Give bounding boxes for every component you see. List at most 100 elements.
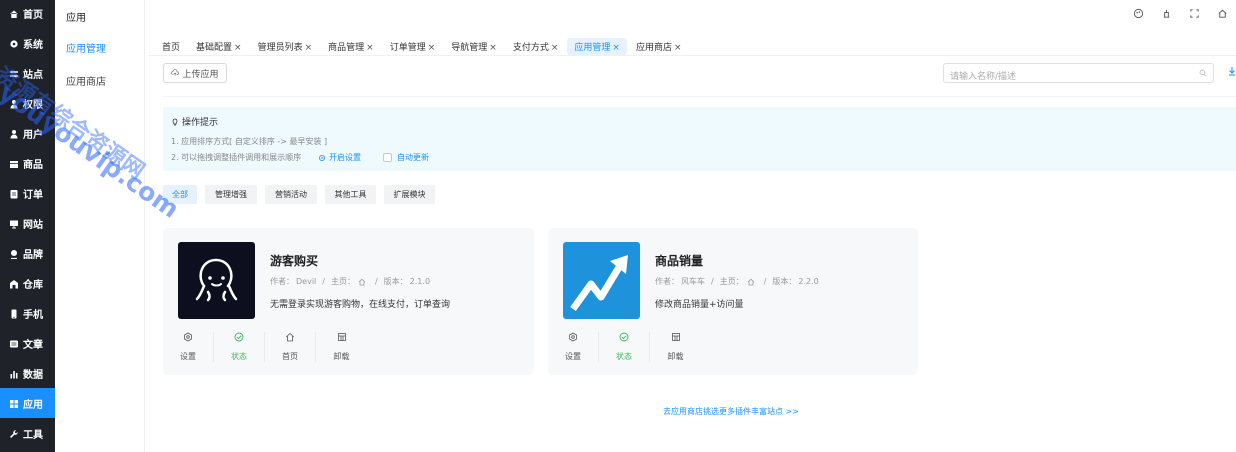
filter-other-tools[interactable]: 其他工具 [325, 185, 376, 204]
nav-item[interactable]: 订单 [0, 178, 55, 208]
close-icon[interactable]: × [489, 43, 497, 53]
nav-item[interactable]: 仓库 [0, 268, 55, 298]
tab-label: 商品管理 [328, 42, 365, 53]
close-icon[interactable]: × [674, 43, 682, 53]
tab-label: 基础配置 [196, 42, 233, 53]
user-icon [9, 129, 19, 138]
close-icon[interactable]: × [612, 43, 620, 53]
nav-item[interactable]: 文章 [0, 328, 55, 358]
close-icon[interactable]: × [428, 43, 436, 53]
app-card-product-sales: 商品销量 作者： 风车车 / 主页： / 版本： 2.2.0 修改商品销量+访问… [548, 228, 918, 375]
status-button[interactable]: 状态 [599, 332, 650, 362]
clear-cache-icon[interactable] [1161, 8, 1172, 19]
status-button[interactable]: 状态 [214, 332, 265, 362]
enable-setting-link[interactable]: 开启设置 [318, 152, 361, 163]
submenu-title: 应用 [66, 13, 86, 24]
box-icon [9, 159, 19, 168]
tab[interactable]: 首页 [155, 38, 187, 55]
version-value: 2.2.0 [798, 277, 819, 286]
uninstall-label: 卸载 [333, 352, 350, 361]
home-icon[interactable] [358, 278, 366, 286]
nav-item-label: 站点 [23, 69, 43, 81]
app-card-guest-purchase: 游客购买 作者： Devil / 主页： / 版本： 2.1.0 无需登录实现游… [163, 228, 534, 375]
tab[interactable]: 订单管理 × [383, 38, 443, 55]
filter-extensions[interactable]: 扩展模块 [384, 185, 435, 204]
app-thumbnail [563, 242, 640, 319]
uninstall-icon [671, 333, 680, 341]
tab[interactable]: 支付方式 × [506, 38, 566, 55]
home-label: 主页： [330, 277, 355, 286]
tip-title-text: 操作提示 [182, 118, 219, 128]
tab-label: 管理员列表 [257, 42, 303, 53]
nav-item[interactable]: 网站 [0, 208, 55, 238]
nav-item-label: 用户 [23, 129, 43, 141]
tip-line-2: 2. 可以拖拽调整插件调用和展示顺序 [171, 153, 302, 162]
meta-separator: / [711, 277, 714, 286]
tab[interactable]: 导航管理 × [444, 38, 504, 55]
settings-button[interactable]: 设置 [163, 332, 214, 362]
nav-item[interactable]: 手机 [0, 298, 55, 328]
settings-label: 设置 [180, 352, 196, 361]
author-label: 作者： [270, 277, 294, 286]
nav-item-label: 系统 [23, 39, 43, 51]
tab-divider [148, 55, 1236, 56]
nav-item[interactable]: 数据 [0, 358, 55, 388]
nav-item[interactable]: 首页 [0, 0, 55, 28]
tab-label: 首页 [162, 42, 181, 53]
close-icon[interactable]: × [551, 43, 559, 53]
app-actions: 设置 状态 卸载 [548, 332, 701, 362]
toolbar-divider [163, 96, 1236, 97]
home-icon[interactable] [747, 278, 755, 286]
uninstall-button[interactable]: 卸载 [650, 332, 701, 362]
check-circle-icon [619, 332, 629, 342]
article-icon [9, 339, 19, 348]
sub-menu: 应用 应用管理 应用商店 [55, 0, 145, 452]
uninstall-button[interactable]: 卸载 [316, 332, 367, 362]
settings-button[interactable]: 设置 [548, 332, 599, 362]
nav-item-label: 仓库 [23, 279, 43, 291]
tab-label: 应用管理 [574, 42, 611, 53]
close-icon[interactable]: × [234, 43, 242, 53]
search-input[interactable] [944, 68, 1184, 86]
tab[interactable]: 基础配置 × [189, 38, 249, 55]
nav-item[interactable]: 权限 [0, 88, 55, 118]
filter-admin-enhance[interactable]: 管理增强 [205, 185, 257, 204]
filter-all[interactable]: 全部 [163, 185, 197, 204]
palette-icon[interactable] [1133, 8, 1144, 19]
tab[interactable]: 应用商店 × [629, 38, 689, 55]
download-icon[interactable] [1228, 66, 1236, 76]
nav-item-label: 手机 [23, 309, 43, 321]
nav-item-label: 品牌 [23, 249, 43, 261]
tab[interactable]: 管理员列表 × [251, 38, 320, 55]
nav-item[interactable]: 站点 [0, 58, 55, 88]
gear-icon [319, 154, 325, 161]
auto-update-checkbox[interactable]: 自动更新 [383, 152, 429, 163]
nav-item[interactable]: 系统 [0, 28, 55, 58]
filter-marketing[interactable]: 营销活动 [265, 185, 317, 204]
lightbulb-icon [172, 118, 178, 125]
homepage-button[interactable]: 首页 [265, 332, 316, 362]
home-icon[interactable] [1217, 8, 1228, 19]
tab[interactable]: 商品管理 × [321, 38, 381, 55]
tab[interactable]: 应用管理 × [567, 37, 627, 55]
search-icon[interactable] [1199, 69, 1207, 77]
nav-item[interactable]: 品牌 [0, 238, 55, 268]
nav-item-label: 应用 [23, 399, 43, 411]
main-nav: 首页系统站点权限用户商品 订单 网站品牌仓库手机文章数据应用工具 [0, 0, 55, 452]
nav-item-label: 数据 [23, 369, 43, 381]
close-icon[interactable]: × [366, 43, 374, 53]
upload-app-button[interactable]: 上传应用 [163, 63, 227, 83]
submenu-item-app-manage[interactable]: 应用管理 [66, 40, 106, 55]
nav-item[interactable]: 应用 [0, 388, 55, 418]
tab-label: 支付方式 [512, 42, 549, 53]
close-icon[interactable]: × [305, 43, 313, 53]
submenu-item-app-store[interactable]: 应用商店 [66, 73, 106, 88]
nav-item[interactable]: 工具 [0, 418, 55, 448]
home-label: 主页： [719, 277, 744, 286]
nav-item[interactable]: 商品 [0, 148, 55, 178]
browse-store-link[interactable]: 去应用商店挑选更多插件丰富站点 >> [663, 406, 799, 417]
nav-item[interactable]: 用户 [0, 118, 55, 148]
app-meta: 作者： Devil / 主页： / 版本： 2.1.0 [270, 276, 430, 287]
phone-icon [9, 309, 19, 318]
fullscreen-icon[interactable] [1189, 8, 1200, 19]
